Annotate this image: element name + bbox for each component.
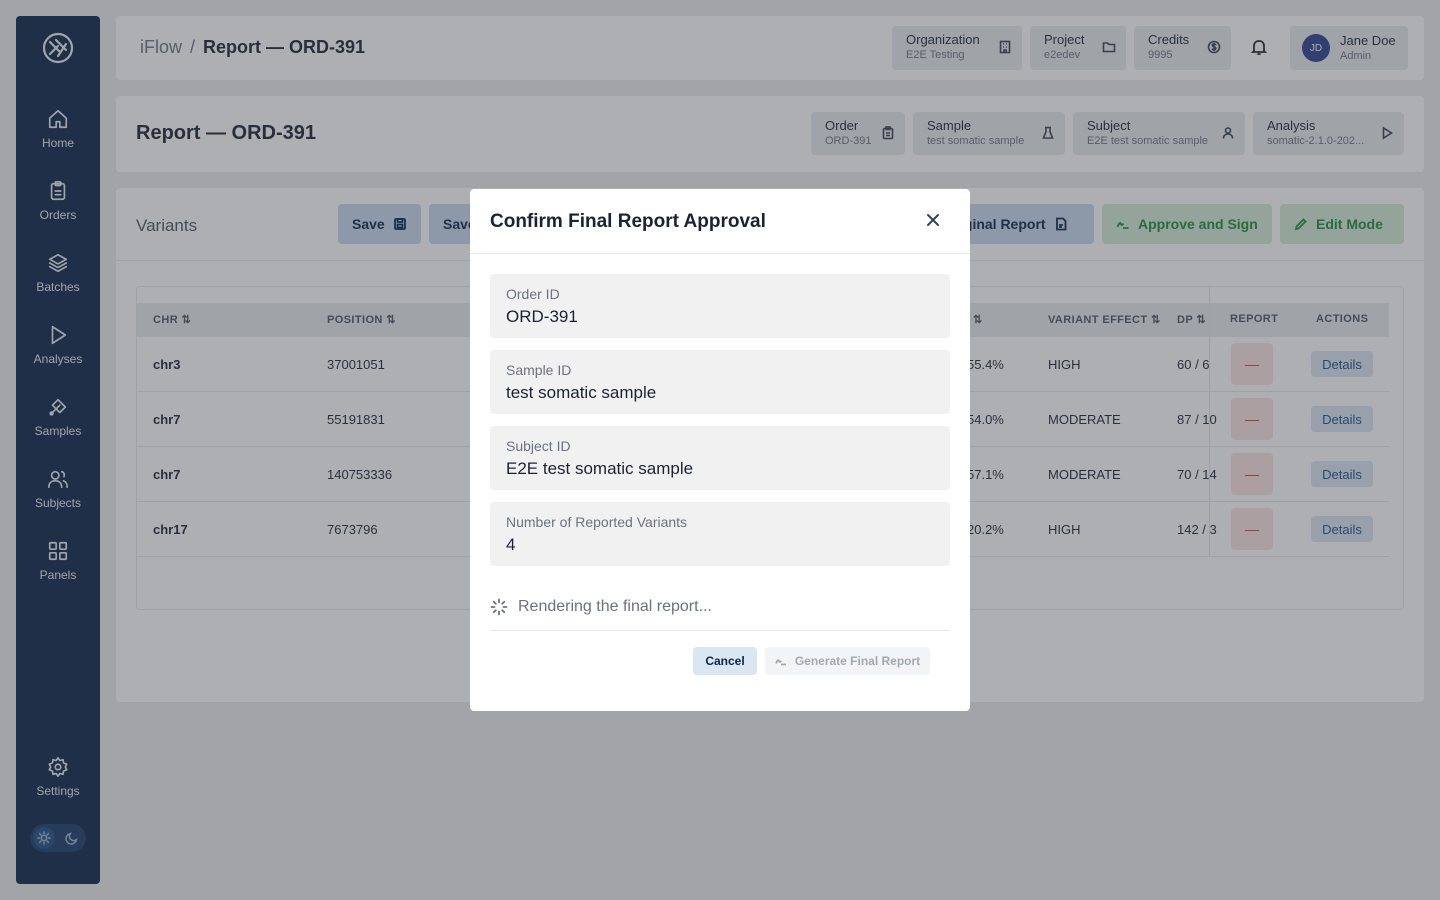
generate-final-report-button[interactable]: Generate Final Report <box>765 647 930 675</box>
order-id-label: Order ID <box>506 286 560 302</box>
loading-text: Rendering the final report... <box>518 598 712 615</box>
cancel-button[interactable]: Cancel <box>693 647 757 675</box>
dialog-divider <box>470 253 970 254</box>
sample-id-value: test somatic sample <box>506 383 657 402</box>
subject-id-label: Subject ID <box>506 438 571 454</box>
order-id-field: Order ID ORD-391 <box>490 274 950 338</box>
close-icon[interactable] <box>924 211 942 229</box>
subject-id-value: E2E test somatic sample <box>506 459 694 478</box>
dialog-footer-divider <box>490 630 950 631</box>
loading-status: Rendering the final report... <box>490 597 712 617</box>
order-id-value: ORD-391 <box>506 307 578 326</box>
subject-id-field: Subject ID E2E test somatic sample <box>490 426 950 490</box>
sample-id-field: Sample ID test somatic sample <box>490 350 950 414</box>
confirm-approval-dialog: Confirm Final Report Approval Order ID O… <box>470 189 970 711</box>
reported-variants-field: Number of Reported Variants 4 <box>490 502 950 566</box>
signature-icon <box>774 659 786 666</box>
reported-variants-label: Number of Reported Variants <box>506 514 688 530</box>
dialog-title: Confirm Final Report Approval <box>490 211 766 232</box>
sample-id-label: Sample ID <box>506 362 572 378</box>
spinner-icon <box>490 598 508 616</box>
reported-variants-value: 4 <box>506 535 516 554</box>
generate-final-report-label: Generate Final Report <box>794 654 921 668</box>
